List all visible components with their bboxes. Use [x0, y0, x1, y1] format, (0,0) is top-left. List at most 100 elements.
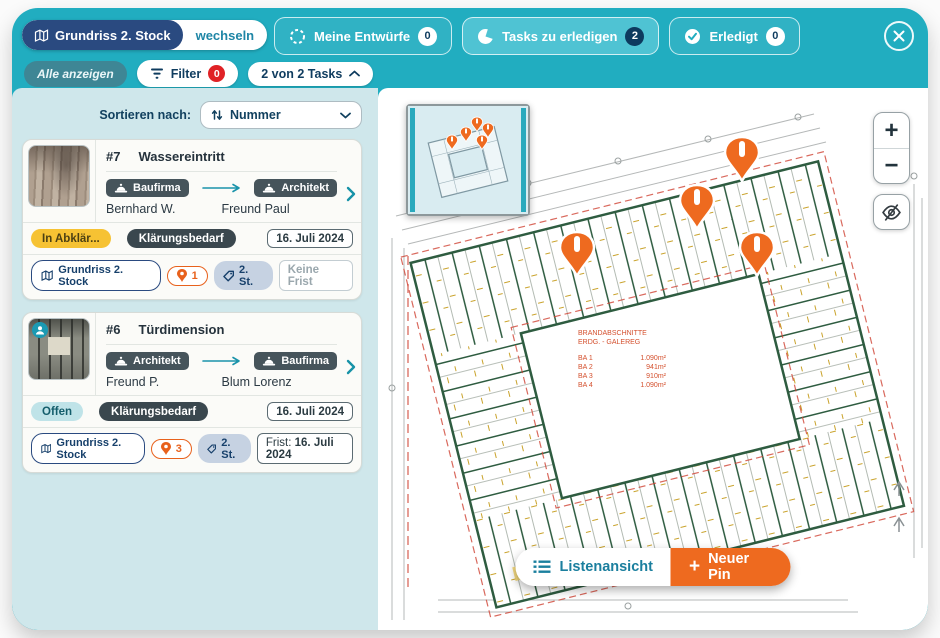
helmet-icon: [114, 356, 128, 367]
assignee-avatar-badge: [32, 322, 48, 338]
arrow-right-icon: [201, 183, 243, 193]
floor-chip-label: 2. St.: [239, 264, 264, 288]
plan-switch-button[interactable]: wechseln: [183, 28, 268, 43]
plan-pin[interactable]: [725, 137, 759, 181]
annotation-row-value: 1.090m²: [640, 382, 666, 389]
annotation-row-value: 941m²: [646, 364, 667, 371]
list-view-label: Listenansicht: [560, 559, 653, 575]
chevron-up-icon: [349, 70, 360, 77]
new-pin-label: Neuer Pin: [708, 551, 772, 583]
sort-arrows-icon: [211, 109, 223, 121]
funnel-icon: [150, 68, 164, 80]
list-icon: [534, 560, 551, 574]
task-card[interactable]: #6 Türdimension Architekt: [22, 312, 362, 473]
card-top: #6 Türdimension Architekt: [23, 313, 361, 395]
pin-icon: [177, 269, 187, 282]
task-card[interactable]: #7 Wassereintritt Baufirma: [22, 139, 362, 300]
filter-count-badge: 0: [208, 65, 225, 82]
check-circle-icon: [684, 28, 701, 45]
plan-chip: Grundriss 2. Stock: [31, 433, 145, 464]
tab-tasks-zu-erledigen[interactable]: Tasks zu erledigen 2: [462, 17, 659, 55]
tab-count-badge: 0: [766, 27, 785, 46]
filter-bar: Alle anzeigen Filter 0 2 von 2 Tasks: [24, 60, 373, 87]
plan-chip: Grundriss 2. Stock: [31, 260, 161, 291]
plus-icon: +: [689, 556, 700, 578]
tab-label: Meine Entwürfe: [314, 29, 410, 44]
deadline-prefix: Frist:: [266, 437, 295, 449]
pin-count-chip: 3: [151, 439, 192, 459]
helmet-icon: [114, 183, 128, 194]
progress-pie-icon: [477, 28, 494, 45]
pin-count-label: 3: [176, 443, 182, 455]
filter-label: Filter: [171, 67, 202, 81]
arrow-right-icon: [201, 356, 243, 366]
from-name: Freund P.: [106, 375, 222, 389]
map-icon: [34, 29, 49, 42]
zoom-in-button[interactable]: +: [874, 113, 909, 148]
close-button[interactable]: [884, 21, 914, 51]
tab-meine-entwuerfe[interactable]: Meine Entwürfe 0: [274, 17, 452, 55]
annotation-row-value: 1.090m²: [640, 355, 666, 362]
annotation-subtitle: ERDG. - GALEREG: [578, 339, 640, 346]
minimap[interactable]: [406, 104, 530, 216]
open-task-chevron[interactable]: [346, 186, 356, 207]
status-badge: Offen: [31, 402, 83, 421]
pin-count-label: 1: [192, 270, 198, 282]
chevron-right-icon: [346, 359, 356, 375]
floor-chip: 2. St.: [214, 261, 273, 290]
to-name: Freund Paul: [222, 202, 290, 216]
helmet-icon: [262, 356, 276, 367]
filter-button[interactable]: Filter 0: [137, 60, 239, 87]
task-photo-thumbnail[interactable]: [28, 145, 90, 207]
to-role-badge: Baufirma: [254, 352, 337, 370]
chevron-right-icon: [346, 186, 356, 202]
from-role-badge: Architekt: [106, 352, 189, 370]
hide-pins-button[interactable]: [873, 194, 910, 230]
content-area: Sortieren nach: Nummer: [12, 88, 928, 630]
tab-erledigt[interactable]: Erledigt 0: [669, 17, 799, 55]
task-count-toggle[interactable]: 2 von 2 Tasks: [248, 62, 373, 86]
map-icon: [41, 443, 51, 454]
list-view-button[interactable]: Listenansicht: [516, 548, 671, 586]
card-top: #7 Wassereintritt Baufirma: [23, 140, 361, 222]
sort-dropdown[interactable]: Nummer: [200, 101, 362, 129]
annotation-row-label: BA 4: [578, 382, 593, 389]
chevron-down-icon: [340, 112, 351, 119]
tag-icon: [223, 270, 234, 282]
zoom-out-button[interactable]: −: [874, 148, 909, 183]
task-title: Türdimension: [138, 322, 224, 337]
tab-count-badge: 2: [625, 27, 644, 46]
person-icon: [35, 325, 45, 335]
floor-plan-panel[interactable]: BRANDABSCHNITTE ERDG. - GALEREG BA 1 1.0…: [378, 88, 928, 630]
to-role-label: Baufirma: [281, 355, 329, 367]
deadline-value: Keine Frist: [288, 264, 319, 288]
new-pin-button[interactable]: + Neuer Pin: [671, 548, 791, 586]
open-task-chevron[interactable]: [346, 359, 356, 380]
floor-chip-label: 2. St.: [221, 437, 242, 461]
status-badge: In Abklär...: [31, 229, 111, 248]
tag-icon: [207, 443, 216, 455]
floor-chip: 2. St.: [198, 434, 251, 463]
tab-label: Tasks zu erledigen: [502, 29, 617, 44]
eye-off-icon: [881, 202, 902, 223]
zoom-controls: + −: [873, 112, 910, 184]
plan-selector-current: Grundriss 2. Stock: [22, 20, 183, 50]
task-title: Wassereintritt: [138, 149, 224, 164]
tab-bar: Meine Entwürfe 0 Tasks zu erledigen 2 Er…: [274, 17, 800, 55]
plan-action-bar: Listenansicht + Neuer Pin: [516, 548, 791, 586]
plan-selector-label: Grundriss 2. Stock: [55, 28, 171, 43]
created-date: 16. Juli 2024: [267, 402, 353, 421]
card-main: #7 Wassereintritt Baufirma: [95, 140, 361, 222]
tab-count-badge: 0: [418, 27, 437, 46]
show-all-button[interactable]: Alle anzeigen: [24, 61, 127, 87]
close-icon: [892, 29, 906, 43]
plan-selector[interactable]: Grundriss 2. Stock wechseln: [22, 20, 267, 50]
annotation-row-label: BA 2: [578, 364, 593, 371]
task-number: #6: [106, 322, 120, 337]
tab-label: Erledigt: [709, 29, 757, 44]
from-role-label: Architekt: [133, 355, 181, 367]
annotation-title: BRANDABSCHNITTE: [578, 330, 647, 337]
task-photo-thumbnail[interactable]: [28, 318, 90, 380]
sort-value: Nummer: [230, 108, 333, 122]
plan-chip-label: Grundriss 2. Stock: [58, 264, 150, 288]
